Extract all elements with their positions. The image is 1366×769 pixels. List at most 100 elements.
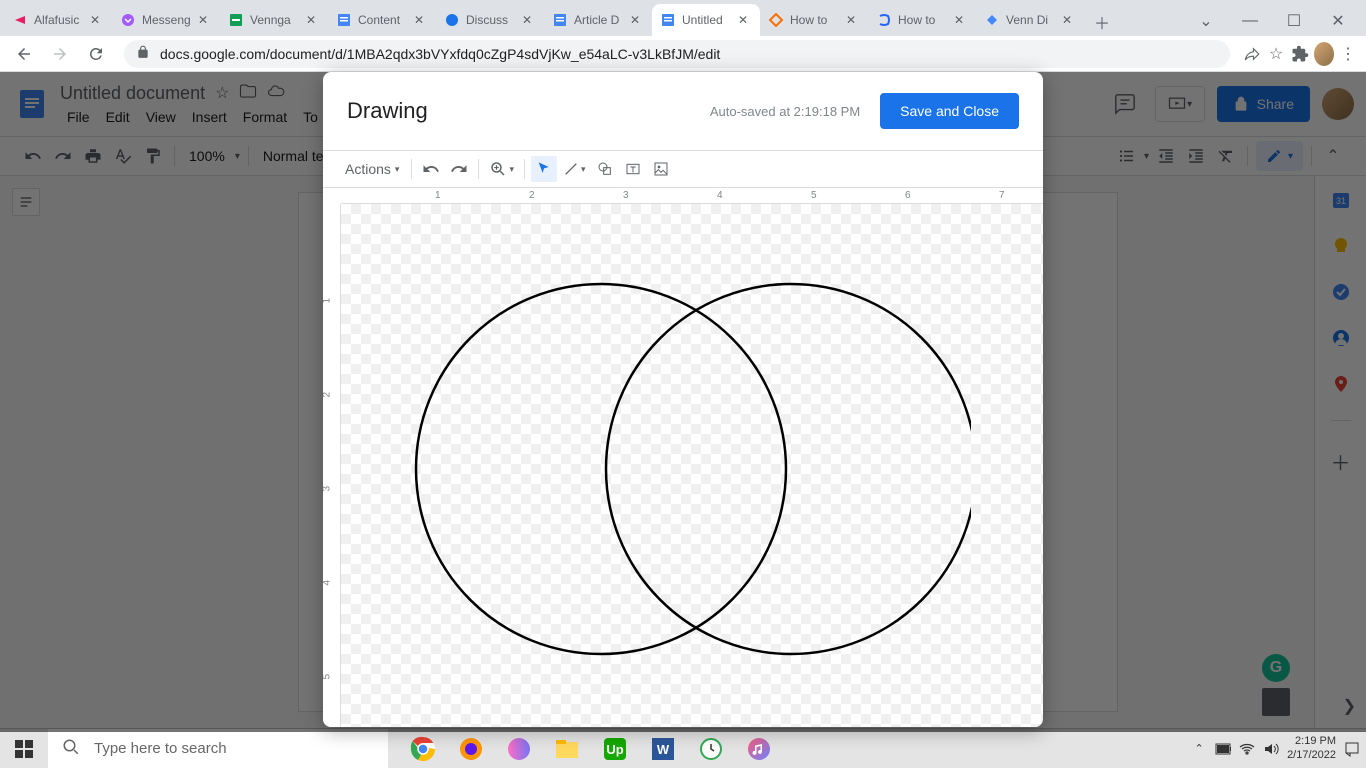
start-button[interactable] xyxy=(0,729,48,769)
word-icon[interactable]: W xyxy=(640,729,686,769)
present-icon[interactable]: ▾ xyxy=(1155,86,1205,122)
cloud-status-icon[interactable] xyxy=(267,82,285,105)
account-avatar[interactable] xyxy=(1322,88,1354,120)
star-icon[interactable]: ☆ xyxy=(215,83,229,103)
venn-diagram[interactable] xyxy=(411,274,971,664)
minimize-button[interactable]: — xyxy=(1230,6,1270,36)
drawing-canvas[interactable] xyxy=(341,204,1043,727)
battery-icon[interactable] xyxy=(1215,741,1231,757)
menu-view[interactable]: View xyxy=(139,107,183,127)
chrome-icon[interactable] xyxy=(400,729,446,769)
reload-button[interactable] xyxy=(80,38,112,70)
back-button[interactable] xyxy=(8,38,40,70)
profile-avatar-icon[interactable] xyxy=(1314,44,1334,64)
close-icon[interactable]: ✕ xyxy=(846,13,860,27)
zoom-icon[interactable]: ▾ xyxy=(485,156,518,182)
docs-app: Untitled document ☆ File Edit View Inser… xyxy=(0,72,1366,732)
extensions-icon[interactable] xyxy=(1290,44,1310,64)
url-field[interactable]: docs.google.com/document/d/1MBA2qdx3bVYx… xyxy=(124,40,1230,68)
close-icon[interactable]: ✕ xyxy=(198,13,212,27)
undo-icon[interactable] xyxy=(418,156,444,182)
redo-icon[interactable] xyxy=(50,143,76,169)
file-explorer-icon[interactable] xyxy=(544,729,590,769)
select-tool-icon[interactable] xyxy=(531,156,557,182)
share-page-icon[interactable] xyxy=(1242,44,1262,64)
redo-icon[interactable] xyxy=(446,156,472,182)
notifications-icon[interactable] xyxy=(1344,741,1360,757)
close-icon[interactable]: ✕ xyxy=(954,13,968,27)
messenger-icon[interactable] xyxy=(496,729,542,769)
firefox-icon[interactable] xyxy=(448,729,494,769)
tray-expand-icon[interactable]: ⌃ xyxy=(1191,741,1207,757)
menu-tools[interactable]: To xyxy=(296,107,325,127)
add-addon-icon[interactable]: ＋ xyxy=(1331,447,1351,467)
keep-icon[interactable] xyxy=(1331,236,1351,256)
close-icon[interactable]: ✕ xyxy=(738,13,752,27)
browser-tab-active[interactable]: Untitled✕ xyxy=(652,4,760,36)
comment-history-icon[interactable] xyxy=(1107,86,1143,122)
contacts-icon[interactable] xyxy=(1331,328,1351,348)
actions-menu[interactable]: Actions▾ xyxy=(339,156,405,182)
maps-icon[interactable] xyxy=(1331,374,1351,394)
move-icon[interactable] xyxy=(239,82,257,105)
document-title[interactable]: Untitled document xyxy=(60,83,205,104)
menu-edit[interactable]: Edit xyxy=(99,107,137,127)
clock-app-icon[interactable] xyxy=(688,729,734,769)
chevron-down-icon[interactable]: ⌄ xyxy=(1186,6,1226,36)
upwork-icon[interactable]: Up xyxy=(592,729,638,769)
image-tool-icon[interactable] xyxy=(648,156,674,182)
close-icon[interactable]: ✕ xyxy=(414,13,428,27)
close-icon[interactable]: ✕ xyxy=(630,13,644,27)
taskbar-search[interactable]: Type here to search xyxy=(48,729,388,769)
bookmark-star-icon[interactable]: ☆ xyxy=(1266,44,1286,64)
share-button[interactable]: Share xyxy=(1217,86,1310,122)
line-tool-icon[interactable]: ▾ xyxy=(559,156,590,182)
editing-mode-button[interactable]: ▾ xyxy=(1256,141,1303,171)
browser-tab[interactable]: Article D✕ xyxy=(544,4,652,36)
save-close-button[interactable]: Save and Close xyxy=(880,93,1019,129)
volume-icon[interactable] xyxy=(1263,741,1279,757)
browser-tab[interactable]: How to✕ xyxy=(868,4,976,36)
explore-icon[interactable] xyxy=(1262,688,1290,716)
spellcheck-icon[interactable] xyxy=(110,143,136,169)
forward-button[interactable] xyxy=(44,38,76,70)
outline-toggle-icon[interactable] xyxy=(12,188,40,216)
paint-format-icon[interactable] xyxy=(140,143,166,169)
zoom-select[interactable]: 100% xyxy=(183,148,231,164)
undo-icon[interactable] xyxy=(20,143,46,169)
docs-logo-icon[interactable] xyxy=(12,84,52,124)
textbox-tool-icon[interactable] xyxy=(620,156,646,182)
collapse-toolbar-icon[interactable]: ⌃ xyxy=(1320,143,1346,169)
shape-tool-icon[interactable] xyxy=(592,156,618,182)
clock[interactable]: 2:19 PM 2/17/2022 xyxy=(1287,735,1336,761)
browser-tab[interactable]: Vennga✕ xyxy=(220,4,328,36)
clear-format-icon[interactable] xyxy=(1213,143,1239,169)
increase-indent-icon[interactable] xyxy=(1183,143,1209,169)
browser-menu-icon[interactable]: ⋮ xyxy=(1338,44,1358,64)
browser-tab[interactable]: Discuss✕ xyxy=(436,4,544,36)
grammarly-icon[interactable]: G xyxy=(1262,654,1290,682)
close-icon[interactable]: ✕ xyxy=(90,13,104,27)
itunes-icon[interactable] xyxy=(736,729,782,769)
tasks-icon[interactable] xyxy=(1331,282,1351,302)
print-icon[interactable] xyxy=(80,143,106,169)
decrease-indent-icon[interactable] xyxy=(1153,143,1179,169)
close-icon[interactable]: ✕ xyxy=(522,13,536,27)
browser-tab[interactable]: Alfafusic✕ xyxy=(4,4,112,36)
close-window-button[interactable]: ✕ xyxy=(1318,6,1358,36)
wifi-icon[interactable] xyxy=(1239,741,1255,757)
calendar-icon[interactable]: 31 xyxy=(1331,190,1351,210)
browser-tab[interactable]: Content✕ xyxy=(328,4,436,36)
browser-tab[interactable]: How to✕ xyxy=(760,4,868,36)
browser-tab[interactable]: Venn Di✕ xyxy=(976,4,1084,36)
menu-format[interactable]: Format xyxy=(236,107,294,127)
maximize-button[interactable]: ☐ xyxy=(1274,6,1314,36)
browser-tab[interactable]: Messeng✕ xyxy=(112,4,220,36)
side-panel-arrow-icon[interactable]: ❯ xyxy=(1343,696,1356,716)
menu-insert[interactable]: Insert xyxy=(185,107,234,127)
bullet-list-icon[interactable] xyxy=(1114,143,1140,169)
new-tab-button[interactable]: ＋ xyxy=(1088,8,1116,36)
menu-file[interactable]: File xyxy=(60,107,97,127)
close-icon[interactable]: ✕ xyxy=(306,13,320,27)
close-icon[interactable]: ✕ xyxy=(1062,13,1076,27)
